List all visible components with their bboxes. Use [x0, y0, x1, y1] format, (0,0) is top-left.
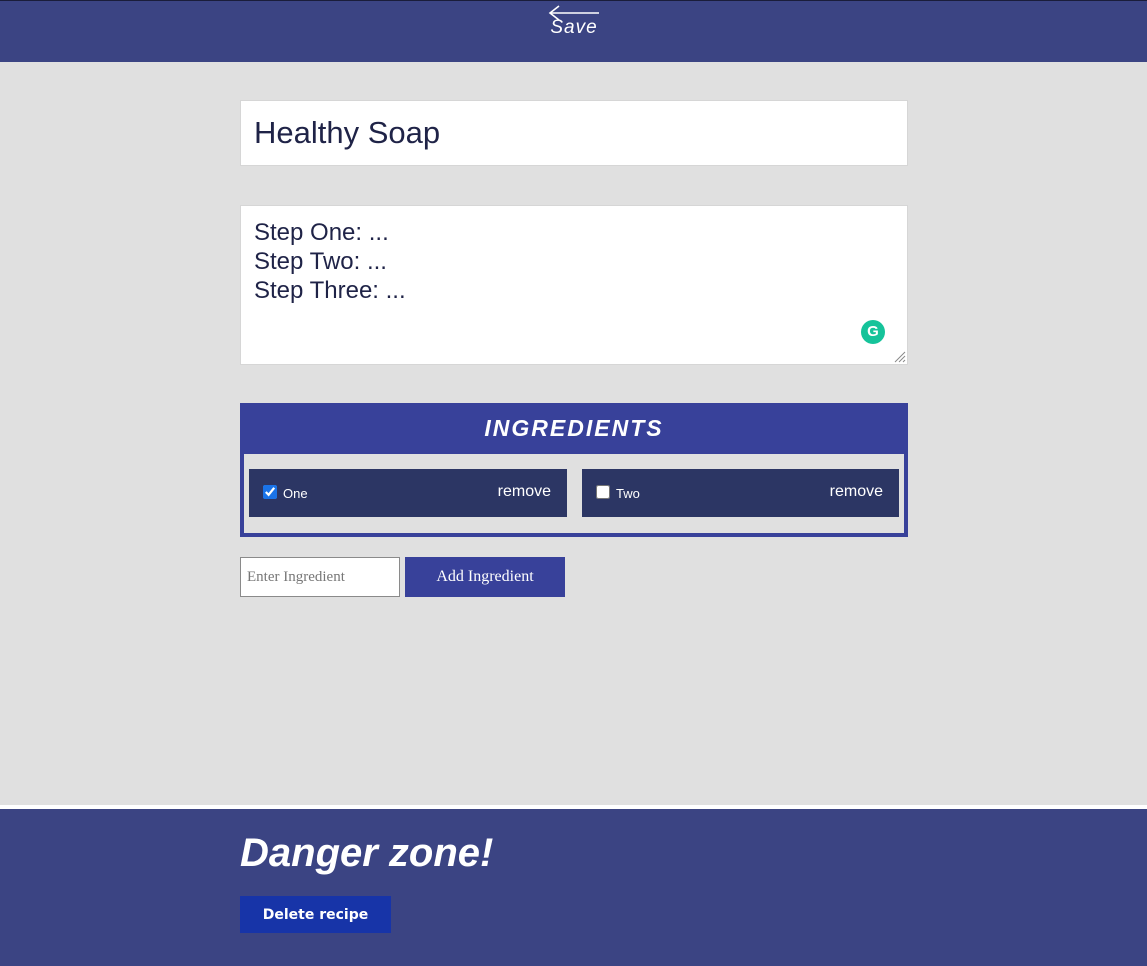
danger-zone-title: Danger zone!	[240, 831, 494, 875]
delete-recipe-button[interactable]: Delete recipe	[240, 896, 391, 933]
ingredient-checkbox[interactable]	[596, 485, 610, 499]
remove-ingredient-button[interactable]: remove	[498, 483, 551, 501]
ingredient-name: Two	[616, 486, 640, 501]
ingredients-panel: INGREDIENTS One remove Two remove	[240, 403, 908, 537]
recipe-title-input[interactable]	[240, 100, 908, 166]
save-label: Save	[550, 17, 598, 38]
ingredients-heading: INGREDIENTS	[484, 415, 664, 441]
ingredient-name: One	[283, 486, 308, 501]
ingredient-checkbox[interactable]	[263, 485, 277, 499]
danger-zone: Danger zone! Delete recipe	[0, 809, 1147, 966]
resize-handle-icon[interactable]	[894, 351, 906, 363]
ingredient-item: One remove	[249, 469, 567, 517]
grammarly-icon[interactable]: G	[861, 320, 885, 344]
ingredients-list: One remove Two remove	[244, 454, 904, 533]
remove-ingredient-button[interactable]: remove	[830, 483, 883, 501]
steps-container: Step One: ... Step Two: ... Step Three: …	[240, 205, 908, 365]
ingredient-item: Two remove	[582, 469, 899, 517]
ingredient-input[interactable]	[240, 557, 400, 597]
top-bar: Save	[0, 0, 1147, 62]
add-ingredient-button[interactable]: Add Ingredient	[405, 557, 565, 597]
recipe-steps-textarea[interactable]: Step One: ... Step Two: ... Step Three: …	[241, 206, 907, 364]
save-button[interactable]: Save	[540, 5, 608, 45]
